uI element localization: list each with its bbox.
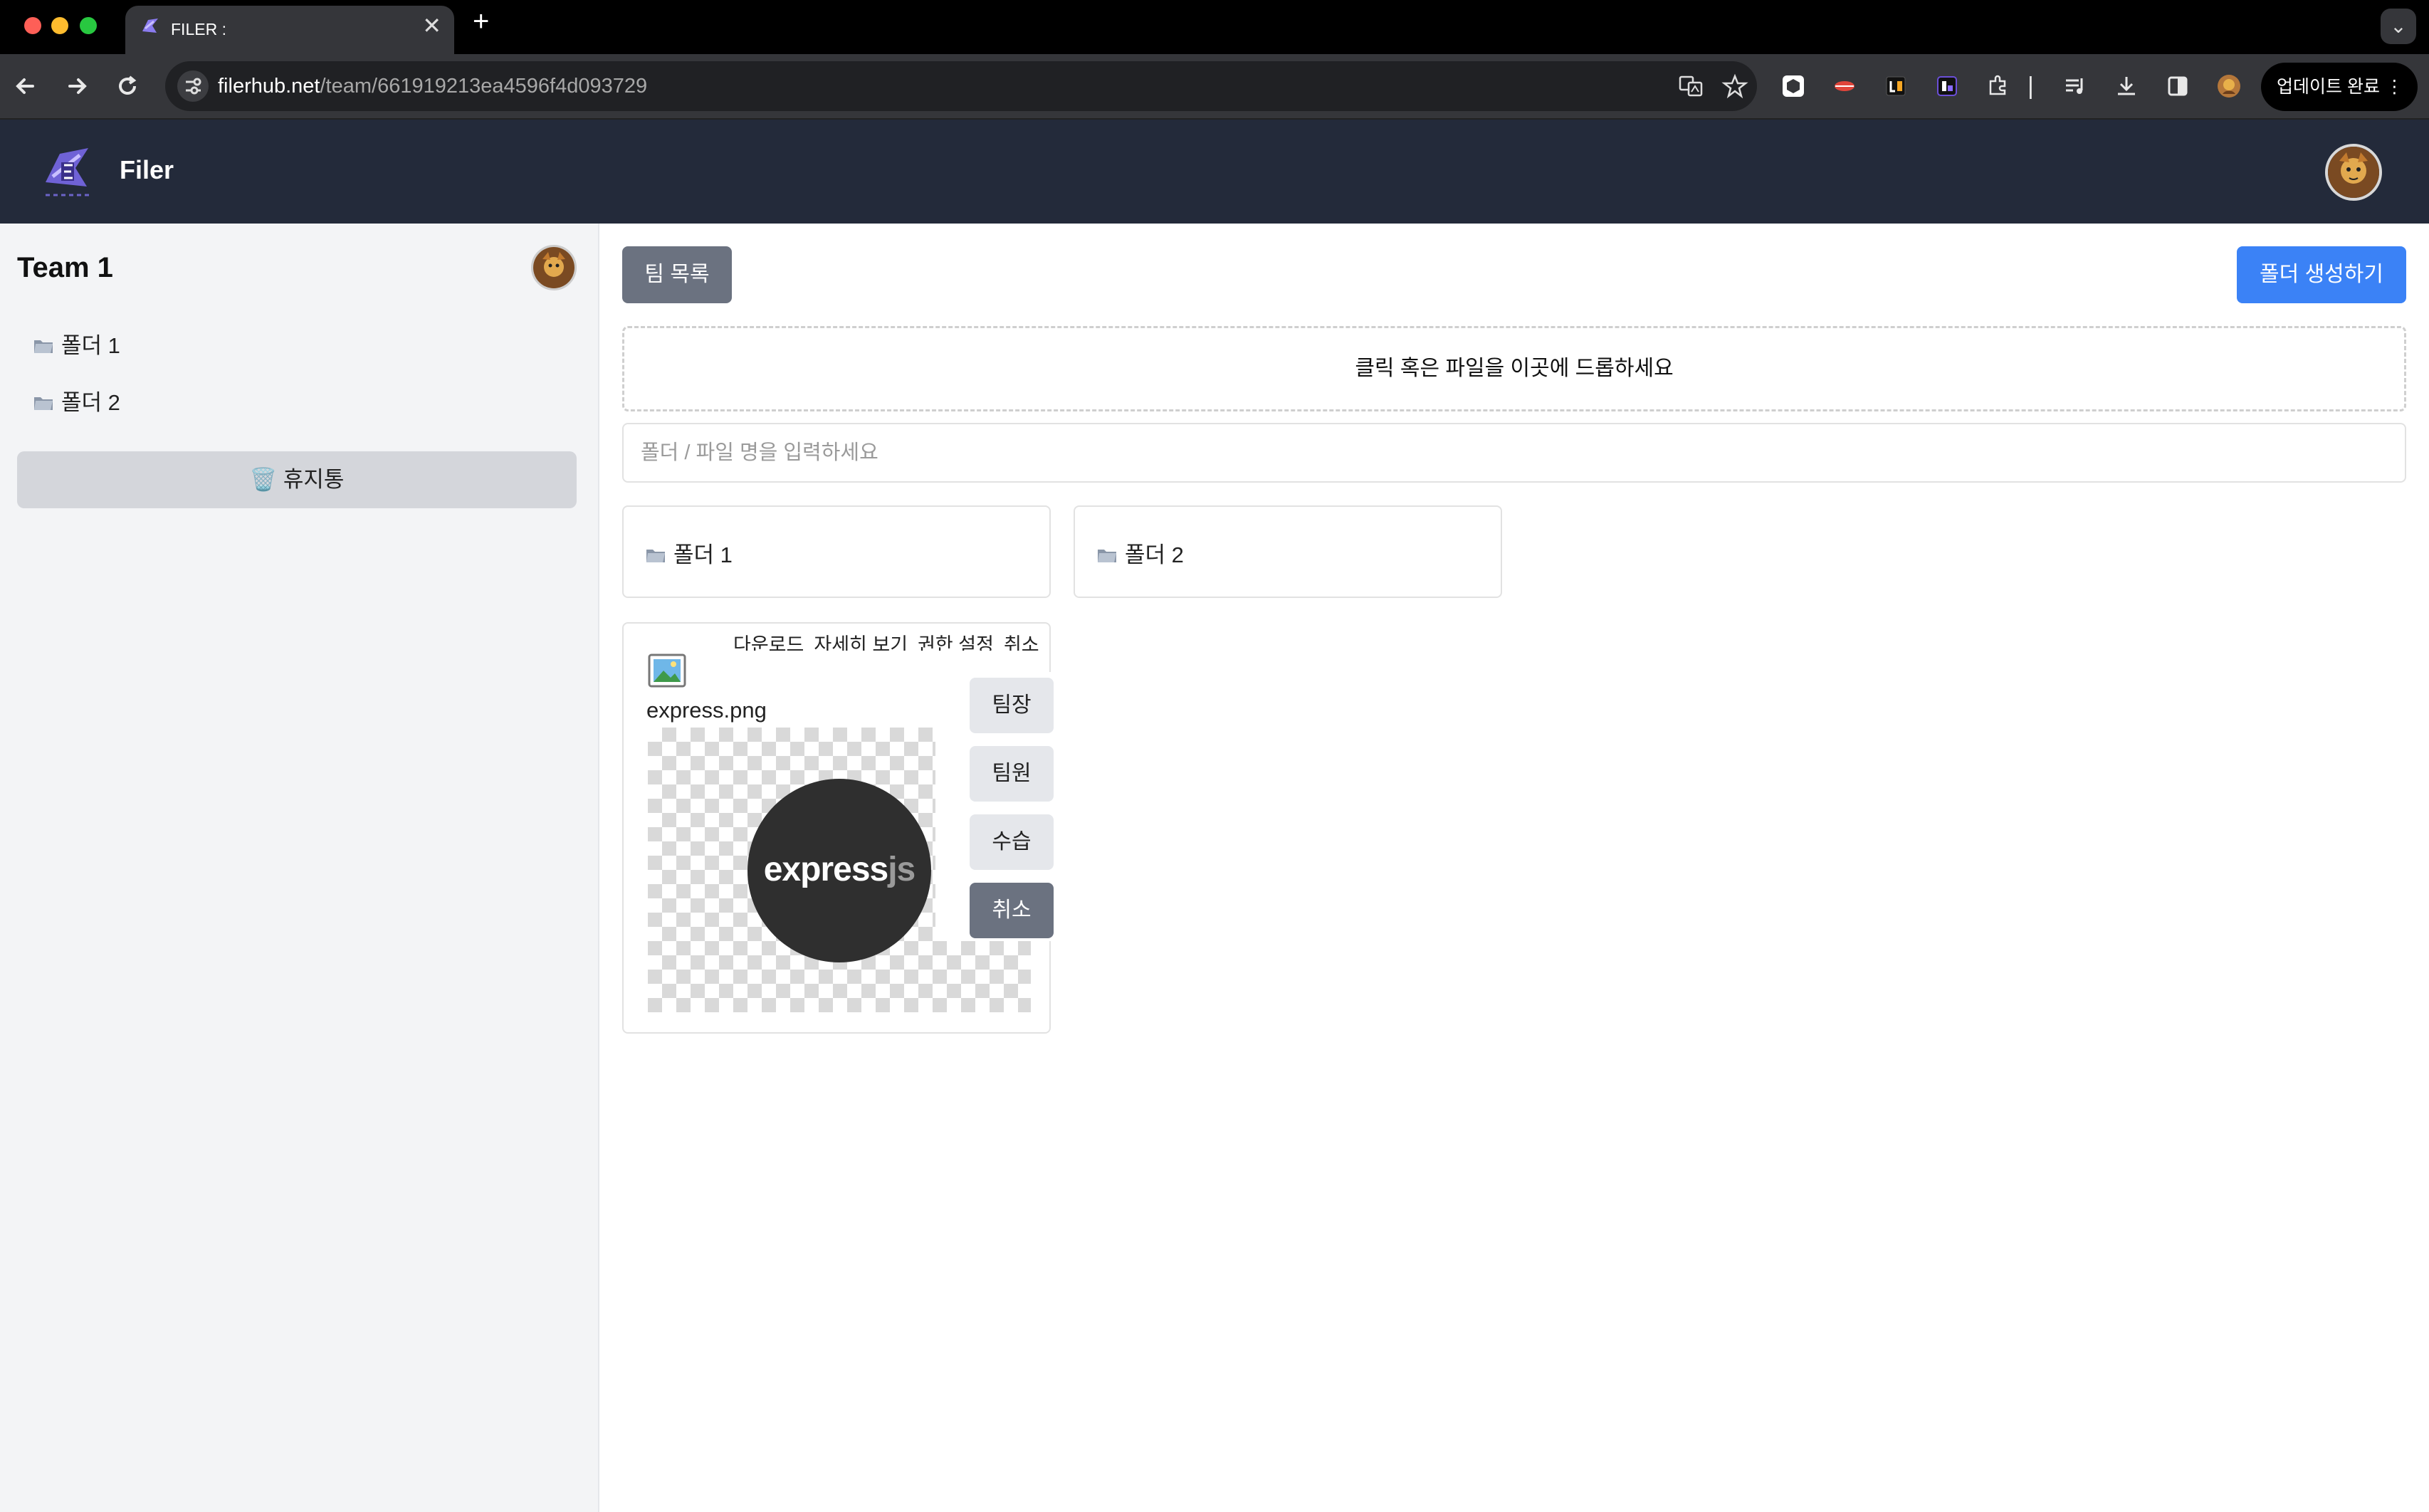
browser-tab-active[interactable]: FILER : ✕ (125, 6, 454, 54)
url-host: filerhub.net (218, 75, 320, 98)
user-avatar[interactable] (2325, 144, 2382, 201)
tab-search-chevron-icon[interactable]: ⌄ (2381, 9, 2416, 44)
toolbar-divider: | (2027, 73, 2034, 100)
create-folder-button[interactable]: 폴더 생성하기 (2237, 246, 2406, 303)
app-name[interactable]: Filer (120, 155, 174, 185)
role-cancel-button[interactable]: 취소 (970, 883, 1054, 938)
folder-card-name: 폴더 1 (673, 542, 733, 567)
url-path: /team/661919213ea4596f4d093729 (320, 75, 648, 98)
permission-role-menu: 팀장 팀원 수습 취소 (935, 672, 1056, 941)
tab-title: FILER : (171, 20, 226, 38)
file-dropzone[interactable]: 클릭 혹은 파일을 이곳에 드롭하세요 (622, 326, 2406, 411)
search-input[interactable] (622, 423, 2406, 483)
window-minimize-button[interactable] (51, 17, 68, 34)
dropzone-text: 클릭 혹은 파일을 이곳에 드롭하세요 (1355, 357, 1674, 380)
side-panel-icon[interactable] (2163, 71, 2193, 101)
user-avatar-image (2328, 147, 2379, 198)
sidebar-item-label: 폴더 2 (61, 390, 120, 415)
extension-purple-icon[interactable] (1932, 71, 1962, 101)
url-text[interactable]: filerhub.net/team/661919213ea4596f4d0937… (218, 75, 647, 98)
permission-menu-item[interactable]: 권한 설정 (918, 634, 994, 651)
folder-card-name: 폴더 2 (1125, 542, 1184, 567)
reload-icon[interactable] (110, 68, 145, 104)
media-controls-icon[interactable] (2060, 71, 2090, 101)
app-header: Filer (0, 120, 2429, 224)
sidebar-item-label: 폴더 1 (61, 333, 120, 358)
folder-icon (34, 397, 53, 410)
sidebar: Team 1 폴더 1 폴더 2 🗑️ 휴지통 (0, 224, 599, 1512)
window-zoom-button[interactable] (80, 17, 97, 34)
site-info-icon[interactable] (177, 70, 209, 103)
forward-arrow-icon[interactable] (58, 68, 94, 104)
browser-toolbar: filerhub.net/team/661919213ea4596f4d0937… (0, 54, 2429, 120)
back-arrow-icon[interactable] (9, 68, 44, 104)
image-file-icon (648, 653, 686, 688)
folder-icon (646, 550, 665, 562)
cancel-menu-item[interactable]: 취소 (1004, 634, 1039, 651)
new-tab-button[interactable]: + (473, 7, 489, 36)
bookmark-star-icon[interactable] (1721, 73, 1748, 100)
folder-card-1[interactable]: 폴더 1 (622, 505, 1051, 598)
extension-shield-icon[interactable] (1778, 71, 1808, 101)
team-list-button[interactable]: 팀 목록 (622, 246, 732, 303)
express-logo-text: expressjs (747, 850, 931, 889)
extension-lips-icon[interactable] (1830, 71, 1859, 101)
profile-avatar-icon[interactable] (2214, 71, 2244, 101)
role-leader-button[interactable]: 팀장 (970, 678, 1054, 733)
trash-button[interactable]: 🗑️ 휴지통 (17, 451, 577, 508)
extensions-puzzle-icon[interactable] (1983, 71, 2013, 101)
update-button[interactable]: 업데이트 완료 ⋮ (2261, 63, 2418, 111)
address-bar[interactable]: filerhub.net/team/661919213ea4596f4d0937… (165, 61, 1757, 111)
sidebar-item-folder-1[interactable]: 폴더 1 (33, 327, 120, 359)
team-avatar-image (533, 247, 575, 288)
team-name: Team 1 (17, 252, 113, 283)
download-icon[interactable] (2111, 71, 2141, 101)
express-logo-js: js (888, 851, 916, 888)
file-context-menu: 다운로드 자세히 보기 권한 설정 취소 (733, 629, 1049, 651)
team-avatar[interactable] (531, 245, 577, 290)
update-label: 업데이트 완료 (2277, 77, 2380, 97)
download-menu-item[interactable]: 다운로드 (733, 634, 804, 651)
folder-icon (1098, 550, 1116, 562)
trash-label: 🗑️ 휴지통 (249, 467, 345, 492)
folder-card-label: 폴더 1 (645, 537, 733, 569)
sidebar-item-folder-2[interactable]: 폴더 2 (33, 384, 120, 416)
express-logo-circle: expressjs (747, 779, 931, 962)
folder-icon (34, 340, 53, 353)
role-intern-button[interactable]: 수습 (970, 814, 1054, 870)
express-logo-word: express (763, 851, 888, 888)
folder-card-2[interactable]: 폴더 2 (1074, 505, 1502, 598)
filer-logo-icon[interactable] (38, 142, 98, 202)
translate-icon[interactable] (1677, 73, 1704, 100)
browser-tab-bar: FILER : ✕ + ⌄ (0, 0, 2429, 54)
folder-card-label: 폴더 2 (1096, 537, 1184, 569)
tab-close-icon[interactable]: ✕ (422, 14, 441, 37)
more-menu-icon[interactable]: ⋮ (2386, 63, 2403, 111)
filer-favicon-icon (142, 19, 158, 33)
details-menu-item[interactable]: 자세히 보기 (814, 634, 908, 651)
file-name: express.png (646, 698, 767, 723)
extension-lighthouse-icon[interactable] (1881, 71, 1911, 101)
role-member-button[interactable]: 팀원 (970, 746, 1054, 802)
window-close-button[interactable] (24, 17, 41, 34)
